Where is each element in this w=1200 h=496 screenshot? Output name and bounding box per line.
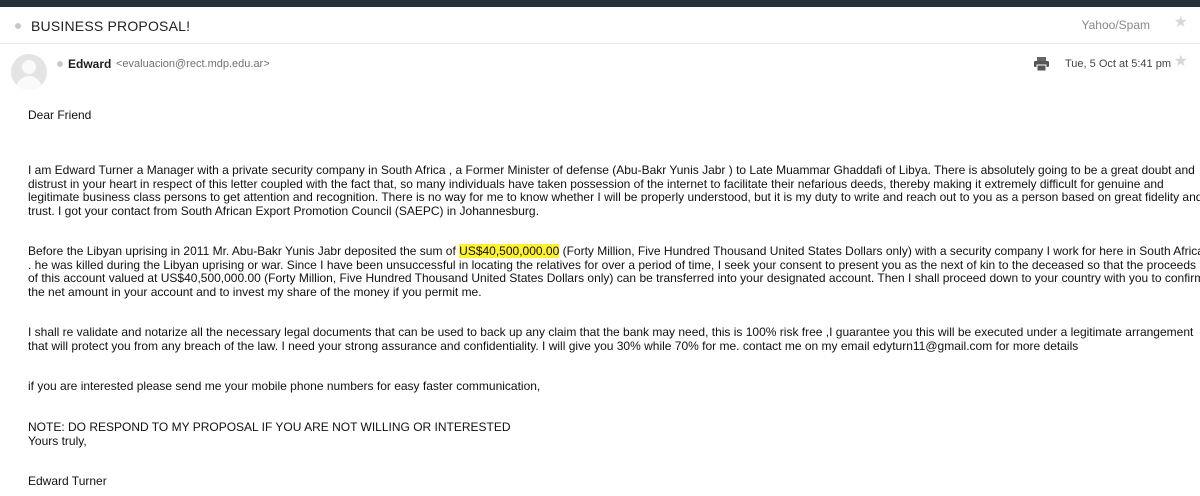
greeting: Dear Friend xyxy=(28,108,92,122)
paragraph-2-text-before: Before the Libyan uprising in 2011 Mr. A… xyxy=(28,244,460,258)
paragraph-2-text-after: (Forty Million, Five Hundred Thousand Un… xyxy=(559,244,1200,258)
email-subject: BUSINESS PROPOSAL! xyxy=(31,18,191,34)
paragraph-1-line-2: distrust in your heart in respect of thi… xyxy=(28,176,1164,191)
paragraph-3-line-1: I shall re validate and notarize all the… xyxy=(28,325,1194,339)
subject-row: BUSINESS PROPOSAL! Yahoo/Spam ★ xyxy=(0,7,1200,44)
printer-icon[interactable] xyxy=(1034,57,1049,71)
folder-label[interactable]: Yahoo/Spam xyxy=(1082,18,1151,32)
sender-dot-icon xyxy=(57,61,63,67)
email-date: Tue, 5 Oct at 5:41 pm xyxy=(1065,58,1171,70)
star-icon[interactable]: ★ xyxy=(1174,54,1188,70)
paragraph-1-line-3: legitimate business class persons to get… xyxy=(28,190,1200,204)
paragraph-2-line-3: of this account valued at US$40,500,000.… xyxy=(28,271,1200,285)
sender-name[interactable]: Edward xyxy=(68,57,111,71)
paragraph-2-line-2: . he was killed during the Libyan uprisi… xyxy=(28,257,1197,272)
highlighted-amount: US$40,500,000.00 xyxy=(459,244,560,258)
paragraph-4: if you are interested please send me you… xyxy=(28,379,541,393)
avatar xyxy=(11,54,47,90)
paragraph-1-line-4: trust. I got your contact from South Afr… xyxy=(28,203,539,218)
signature: Edward Turner xyxy=(28,474,107,488)
closing-line: Yours truly, xyxy=(28,433,87,448)
sender-row: Edward <evaluacion@rect.mdp.edu.ar> Tue,… xyxy=(0,44,1200,94)
avatar-head xyxy=(22,60,36,74)
note-line: NOTE: DO RESPOND TO MY PROPOSAL IF YOU A… xyxy=(28,420,511,434)
star-icon[interactable]: ★ xyxy=(1174,15,1188,31)
paragraph-3-line-2: that will protect you from any breach of… xyxy=(28,338,1079,353)
unread-dot-icon[interactable] xyxy=(15,23,21,29)
avatar-body xyxy=(16,76,42,90)
paragraph-1-line-1: I am Edward Turner a Manager with a priv… xyxy=(28,163,1195,177)
top-bar xyxy=(0,0,1200,7)
sender-email[interactable]: <evaluacion@rect.mdp.edu.ar> xyxy=(116,58,270,70)
paragraph-2-line-4: the net amount in your account and to in… xyxy=(28,284,482,299)
paragraph-2-line-1: Before the Libyan uprising in 2011 Mr. A… xyxy=(28,244,1200,259)
